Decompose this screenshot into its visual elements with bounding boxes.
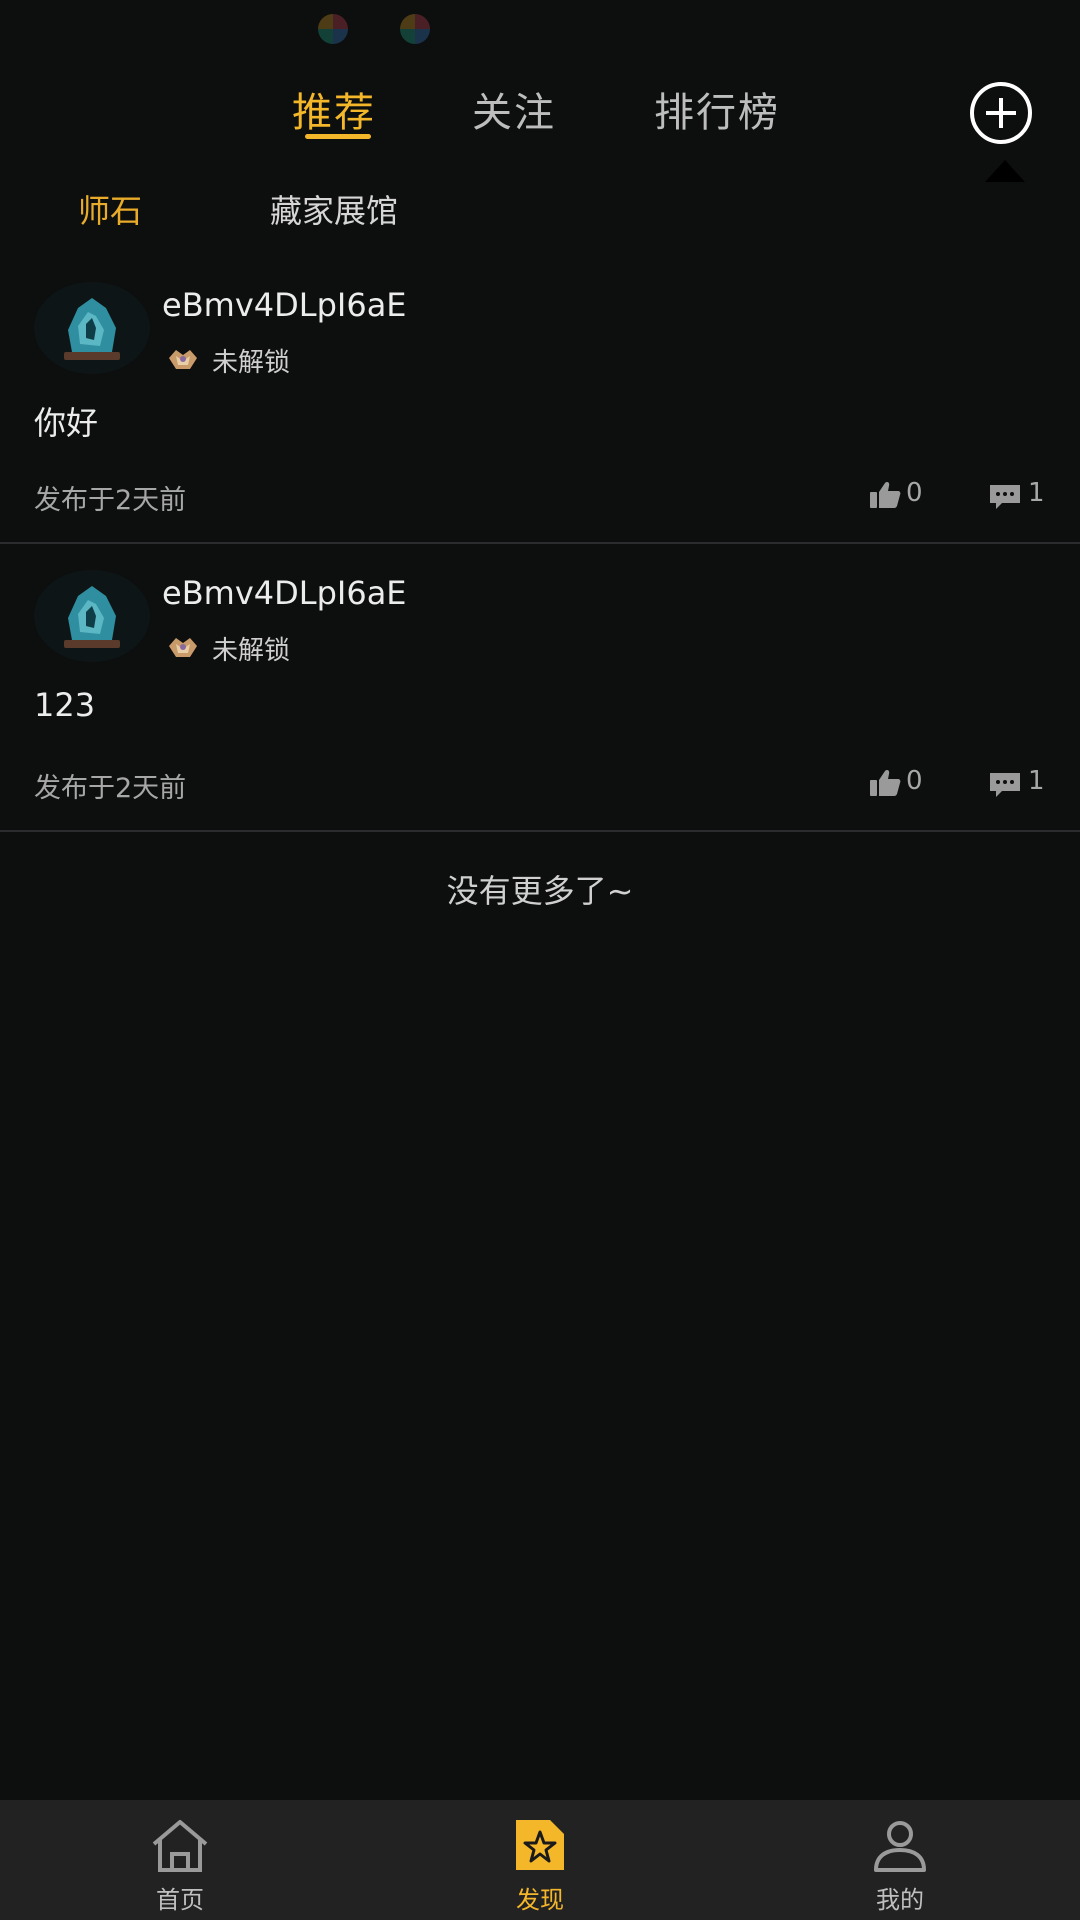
tab-ranking[interactable]: 排行榜 [654, 80, 780, 138]
end-of-list-text: 没有更多了~ [446, 872, 634, 910]
like-count: 0 [906, 478, 923, 508]
nav-discover[interactable]: 发现 [440, 1800, 640, 1920]
subtab-collector-gallery[interactable]: 藏家展馆 [270, 186, 398, 232]
tab-recommend[interactable]: 推荐 [292, 80, 376, 138]
avatar[interactable] [34, 570, 150, 662]
nav-home[interactable]: 首页 [80, 1800, 280, 1920]
post-card[interactable]: eBmv4DLpI6aE 未解锁 123 发布于2天前 0 1 [0, 544, 1080, 832]
discover-screen: 推荐 关注 排行榜 师石 藏家展馆 eBmv4DLpI6aE 未解锁 你好 发布… [0, 0, 1080, 1920]
level-badge-icon [169, 350, 197, 369]
post-username[interactable]: eBmv4DLpI6aE [162, 574, 407, 612]
top-tab-bar: 推荐 关注 排行榜 [0, 70, 1080, 150]
nav-home-label: 首页 [156, 1886, 204, 1914]
subtab-shishi[interactable]: 师石 [78, 186, 142, 232]
comment-count: 1 [1028, 478, 1045, 508]
home-icon [152, 1820, 208, 1872]
comment-icon[interactable] [988, 770, 1022, 798]
level-badge-text: 未解锁 [212, 636, 291, 666]
tab-following[interactable]: 关注 [472, 80, 556, 138]
stone-avatar-image [34, 570, 150, 662]
level-badge-icon [169, 638, 197, 657]
post-username[interactable]: eBmv4DLpI6aE [162, 286, 407, 324]
bottom-nav-bar: 首页 发现 我的 [0, 1800, 1080, 1920]
post-timestamp: 发布于2天前 [34, 485, 187, 516]
nav-profile-label: 我的 [876, 1886, 924, 1914]
nav-profile[interactable]: 我的 [800, 1800, 1000, 1920]
avatar[interactable] [34, 282, 150, 374]
notification-app-icon [400, 14, 430, 44]
post-card[interactable]: eBmv4DLpI6aE 未解锁 你好 发布于2天前 0 1 [0, 256, 1080, 544]
post-content: 你好 [34, 404, 99, 442]
post-content: 123 [34, 686, 96, 724]
nav-discover-label: 发现 [516, 1886, 564, 1914]
stone-avatar-image [34, 282, 150, 374]
like-icon[interactable] [868, 768, 902, 798]
status-bar [0, 0, 1080, 58]
user-icon [874, 1821, 926, 1872]
post-timestamp: 发布于2天前 [34, 773, 187, 804]
popover-caret [985, 160, 1025, 182]
level-badge-text: 未解锁 [212, 348, 291, 378]
comment-count: 1 [1028, 766, 1045, 796]
active-tab-indicator [305, 134, 371, 139]
like-count: 0 [906, 766, 923, 796]
notification-app-icon [318, 14, 348, 44]
add-post-icon[interactable] [970, 82, 1032, 144]
comment-icon[interactable] [988, 482, 1022, 510]
like-icon[interactable] [868, 480, 902, 510]
discover-star-icon [516, 1820, 564, 1870]
